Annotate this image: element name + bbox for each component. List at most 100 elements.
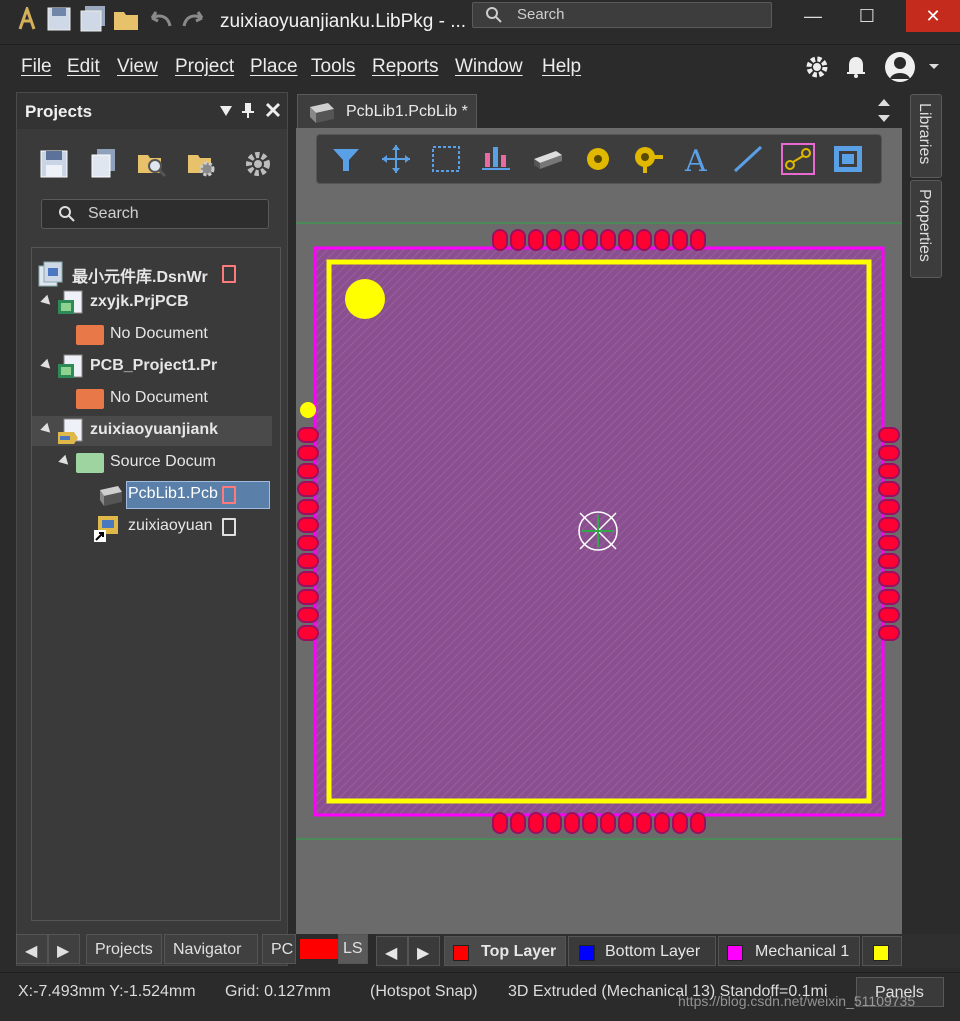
pad[interactable] xyxy=(636,812,652,834)
gear-icon[interactable] xyxy=(804,54,830,80)
pad[interactable] xyxy=(297,589,319,605)
bell-icon[interactable] xyxy=(845,54,867,80)
project-search-input[interactable]: Search xyxy=(41,199,269,229)
tree-item-pcb-project1[interactable]: PCB_Project1.Pr xyxy=(32,352,272,382)
pad[interactable] xyxy=(878,571,900,587)
expand-arrow-icon[interactable] xyxy=(58,454,72,469)
menu-project[interactable]: Project xyxy=(175,56,234,78)
maximize-button[interactable]: ☐ xyxy=(840,0,894,32)
folder-settings-icon[interactable] xyxy=(187,149,217,179)
pad[interactable] xyxy=(690,229,706,251)
pad[interactable] xyxy=(582,229,598,251)
pcb-canvas[interactable]: A xyxy=(296,128,902,934)
pad[interactable] xyxy=(878,535,900,551)
expand-arrow-icon[interactable] xyxy=(40,358,54,373)
pad[interactable] xyxy=(297,535,319,551)
tree-item-libpkg[interactable]: zuixiaoyuanjiank xyxy=(32,416,272,446)
pad[interactable] xyxy=(510,812,526,834)
close-button[interactable]: ✕ xyxy=(906,0,960,32)
pad[interactable] xyxy=(654,229,670,251)
footprint-drawing[interactable] xyxy=(296,128,902,934)
pad[interactable] xyxy=(297,481,319,497)
layer-tab-mechanical1[interactable]: Mechanical 1 xyxy=(718,936,860,966)
pad[interactable] xyxy=(297,445,319,461)
tree-item-zxyjk-project[interactable]: zxyjk.PrjPCB xyxy=(32,288,272,318)
menu-reports[interactable]: Reports xyxy=(372,56,439,78)
tree-item-pcblib1[interactable]: PcbLib1.Pcb xyxy=(32,480,272,510)
save-icon[interactable] xyxy=(39,149,69,179)
user-avatar-icon[interactable] xyxy=(884,51,916,83)
tab-scroll-icon[interactable] xyxy=(876,96,892,126)
menu-edit[interactable]: Edit xyxy=(67,56,100,78)
pad[interactable] xyxy=(546,229,562,251)
pad[interactable] xyxy=(600,229,616,251)
pad[interactable] xyxy=(297,625,319,641)
pad[interactable] xyxy=(672,812,688,834)
pad[interactable] xyxy=(510,229,526,251)
pad[interactable] xyxy=(878,463,900,479)
menu-window[interactable]: Window xyxy=(455,56,523,78)
pad[interactable] xyxy=(690,812,706,834)
panel-menu-icon[interactable] xyxy=(219,105,233,117)
pad[interactable] xyxy=(528,229,544,251)
scroll-right-button[interactable]: ▶ xyxy=(48,934,80,964)
tab-navigator[interactable]: Navigator xyxy=(164,934,258,964)
pad[interactable] xyxy=(878,427,900,443)
layer-tab-silkscreen[interactable] xyxy=(862,936,902,966)
expand-arrow-icon[interactable] xyxy=(40,294,54,309)
redo-icon[interactable] xyxy=(180,6,206,32)
tab-projects[interactable]: Projects xyxy=(86,934,162,964)
tree-item-no-document[interactable]: No Document xyxy=(32,384,272,414)
pad[interactable] xyxy=(297,427,319,443)
menu-file[interactable]: File xyxy=(21,56,52,78)
layer-tab-bottom[interactable]: Bottom Layer xyxy=(568,936,716,966)
menu-place[interactable]: Place xyxy=(250,56,298,78)
menu-tools[interactable]: Tools xyxy=(311,56,355,78)
pad[interactable] xyxy=(672,229,688,251)
chevron-down-icon[interactable] xyxy=(928,63,940,71)
layer-set-button[interactable]: LS xyxy=(338,934,368,964)
pad[interactable] xyxy=(528,812,544,834)
gear-icon[interactable] xyxy=(243,149,273,179)
side-tab-properties[interactable]: Properties xyxy=(910,180,942,278)
side-tab-libraries[interactable]: Libraries xyxy=(910,94,942,178)
find-document-icon[interactable] xyxy=(137,149,167,179)
undo-icon[interactable] xyxy=(146,6,172,32)
pad[interactable] xyxy=(297,499,319,515)
pad[interactable] xyxy=(878,589,900,605)
layer-scroll-right-button[interactable]: ▶ xyxy=(408,936,440,966)
pad[interactable] xyxy=(492,812,508,834)
pad[interactable] xyxy=(878,499,900,515)
layer-scroll-left-button[interactable]: ◀ xyxy=(376,936,408,966)
pad[interactable] xyxy=(297,517,319,533)
pad[interactable] xyxy=(564,229,580,251)
pad[interactable] xyxy=(654,812,670,834)
pad[interactable] xyxy=(492,229,508,251)
pad[interactable] xyxy=(878,607,900,623)
tree-item-schlib[interactable]: zuixiaoyuan xyxy=(32,512,272,542)
tab-pcb[interactable]: PC xyxy=(262,934,296,964)
tree-item-source-documents[interactable]: Source Docum xyxy=(32,448,272,478)
pad[interactable] xyxy=(878,553,900,569)
pad[interactable] xyxy=(878,517,900,533)
pad[interactable] xyxy=(564,812,580,834)
pad[interactable] xyxy=(297,571,319,587)
expand-arrow-icon[interactable] xyxy=(40,422,54,437)
save-all-icon[interactable] xyxy=(80,6,106,32)
minimize-button[interactable]: — xyxy=(786,0,840,32)
layer-tab-top[interactable]: Top Layer xyxy=(444,936,566,966)
pad[interactable] xyxy=(878,445,900,461)
open-folder-icon[interactable] xyxy=(112,6,138,32)
save-icon[interactable] xyxy=(46,6,72,32)
pin-icon[interactable] xyxy=(241,101,255,119)
pad[interactable] xyxy=(618,229,634,251)
pad[interactable] xyxy=(878,481,900,497)
pad[interactable] xyxy=(297,553,319,569)
pad[interactable] xyxy=(636,229,652,251)
menu-help[interactable]: Help xyxy=(542,56,581,78)
close-panel-icon[interactable] xyxy=(265,102,281,118)
pad[interactable] xyxy=(297,463,319,479)
pad[interactable] xyxy=(297,607,319,623)
menu-view[interactable]: View xyxy=(117,56,158,78)
tree-item-no-document[interactable]: No Document xyxy=(32,320,272,350)
